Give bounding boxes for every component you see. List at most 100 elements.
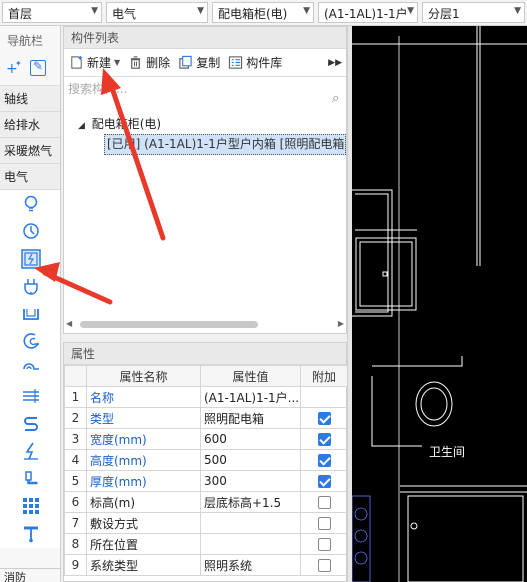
discipline-dropdown-value: 电气 [112,7,137,21]
property-row-number: 1 [64,386,87,408]
property-row[interactable]: 3 宽度(mm) 600 [64,428,348,450]
property-row[interactable]: 2 类型 照明配电箱 [64,407,348,429]
tree-child-node-selected[interactable]: [已用] (A1-1AL)1-1户型户内箱 [照明配电箱 ( [104,134,346,155]
scrollbar-thumb[interactable] [80,321,258,328]
nav-category-heating-gas[interactable]: 采暖燃气 [0,138,60,164]
more-icon[interactable]: ▶▶ [328,58,342,68]
property-add-checkbox[interactable] [317,517,331,530]
component-list-toolbar: 新建 ▼ 删除 复制 构件库 ▶▶ [64,49,346,77]
electrical-component-icons [0,190,60,548]
nav-icon-tray[interactable] [0,300,61,328]
nav-icon-fitting[interactable] [0,465,61,493]
component-list-title: 构件列表 [64,27,346,49]
property-row-number: 5 [64,470,87,492]
nav-icon-cable[interactable] [0,410,61,438]
copy-button[interactable]: 复制 [178,54,220,71]
chevron-down-icon: ▼ [514,6,521,16]
nav-icon-distribution-box[interactable] [0,245,61,273]
property-add-cell [300,407,348,429]
property-row-number: 4 [64,449,87,471]
nav-icon-wire[interactable] [0,383,61,411]
property-value[interactable]: 照明配电箱 [200,407,301,429]
nav-category-axis[interactable]: 轴线 [0,86,60,112]
nav-category-plumbing[interactable]: 给排水 [0,112,60,138]
new-document-icon [71,55,83,69]
sparkle-icon: ✦ [15,59,22,68]
nav-icon-bend[interactable] [0,328,61,356]
pipe-bend-icon [23,333,39,349]
nav-tools: + ✦ ✎ [0,56,60,86]
property-row[interactable]: 8 所在位置 [64,533,348,555]
component-search-input[interactable]: 搜索构件... [66,80,344,100]
new-button[interactable]: 新建 ▼ [69,54,120,71]
property-row[interactable]: 6 标高(m) 层底标高+1.5 [64,491,348,513]
header-name: 属性名称 [86,365,201,387]
property-value[interactable]: 500 [200,449,301,471]
property-add-checkbox[interactable] [317,496,331,509]
category-dropdown[interactable]: 配电箱柜(电) ▼ [212,2,314,23]
floor-dropdown-value: 首层 [8,7,33,21]
floor-dropdown[interactable]: 首层 ▼ [2,2,102,23]
support-icon [23,526,38,543]
component-dropdown[interactable]: (A1-1AL)1-1户 ▼ [318,2,418,23]
property-row[interactable]: 1 名称 (A1-1AL)1-1户... [64,386,348,408]
discipline-dropdown[interactable]: 电气 ▼ [106,2,208,23]
cad-drawing-view[interactable]: 卫生间 [352,26,527,582]
delete-button-label: 删除 [146,56,171,70]
tree-root-node[interactable]: ◢ 配电箱柜(电) [78,115,161,132]
property-add-checkbox[interactable] [317,433,331,446]
component-dropdown-value: (A1-1AL)1-1户 [324,7,408,21]
property-add-checkbox[interactable] [317,538,331,551]
delete-button[interactable]: 删除 [128,54,170,71]
property-value[interactable]: 照明系统 [200,554,301,576]
property-row[interactable]: 9 系统类型 照明系统 [64,554,348,576]
nav-icon-support[interactable] [0,520,61,548]
property-name: 厚度(mm) [86,470,201,492]
property-add-checkbox[interactable] [317,454,331,467]
chevron-down-icon: ▼ [91,6,98,16]
property-row-number: 6 [64,491,87,513]
property-value[interactable] [200,512,301,534]
property-row-number: 2 [64,407,87,429]
scroll-left-icon[interactable]: ◀ [66,319,72,328]
property-value[interactable]: 600 [200,428,301,450]
lightning-protection-icon [23,442,38,460]
socket-icon [23,279,38,295]
property-value[interactable]: (A1-1AL)1-1户... [200,386,301,408]
property-add-checkbox[interactable] [317,412,331,425]
property-value[interactable]: 层底标高+1.5 [200,491,301,513]
navigation-sidebar: 导航栏 + ✦ ✎ 轴线 给排水 采暖燃气 电气 消防 [0,26,61,582]
header-value: 属性值 [200,365,301,387]
nav-icon-conduit[interactable] [0,355,61,383]
nav-icon-lightning[interactable] [0,438,61,466]
tree-collapse-icon[interactable]: ◢ [78,121,85,131]
nav-icon-switch[interactable] [0,218,61,246]
wire-icon [22,389,39,404]
property-add-cell [300,449,348,471]
cad-room-label: 卫生间 [429,445,465,459]
conduit-icon [22,363,39,370]
layer-dropdown[interactable]: 分层1 ▼ [422,2,525,23]
property-row[interactable]: 7 敷设方式 [64,512,348,534]
horizontal-scrollbar[interactable]: ◀ ▶ [66,319,344,329]
pen-icon: ✎ [33,59,44,73]
scroll-right-icon[interactable]: ▶ [338,319,344,328]
property-row[interactable]: 5 厚度(mm) 300 [64,470,348,492]
nav-category-fire[interactable]: 消防 [0,568,61,582]
nav-category-electrical[interactable]: 电气 [0,164,60,190]
property-add-checkbox[interactable] [317,559,331,572]
nav-icon-socket[interactable] [0,273,61,301]
property-value[interactable] [200,533,301,555]
library-button[interactable]: 构件库 [228,54,282,71]
new-button-label: 新建 [87,56,112,70]
property-add-checkbox[interactable] [317,475,331,488]
component-list-panel: 构件列表 新建 ▼ 删除 复制 构件库 ▶▶ 搜索构件... ⌕ ◢ 配电箱柜(… [63,26,347,334]
header-add: 附加 [300,365,348,387]
nav-icon-grid[interactable] [0,493,61,521]
nav-icon-lamp[interactable] [0,190,61,218]
property-value[interactable]: 300 [200,470,301,492]
search-clear-icon[interactable]: ⌕ [332,91,339,106]
distribution-box-icon [20,249,41,269]
chevron-down-icon[interactable]: ▼ [114,58,120,67]
property-row[interactable]: 4 高度(mm) 500 [64,449,348,471]
